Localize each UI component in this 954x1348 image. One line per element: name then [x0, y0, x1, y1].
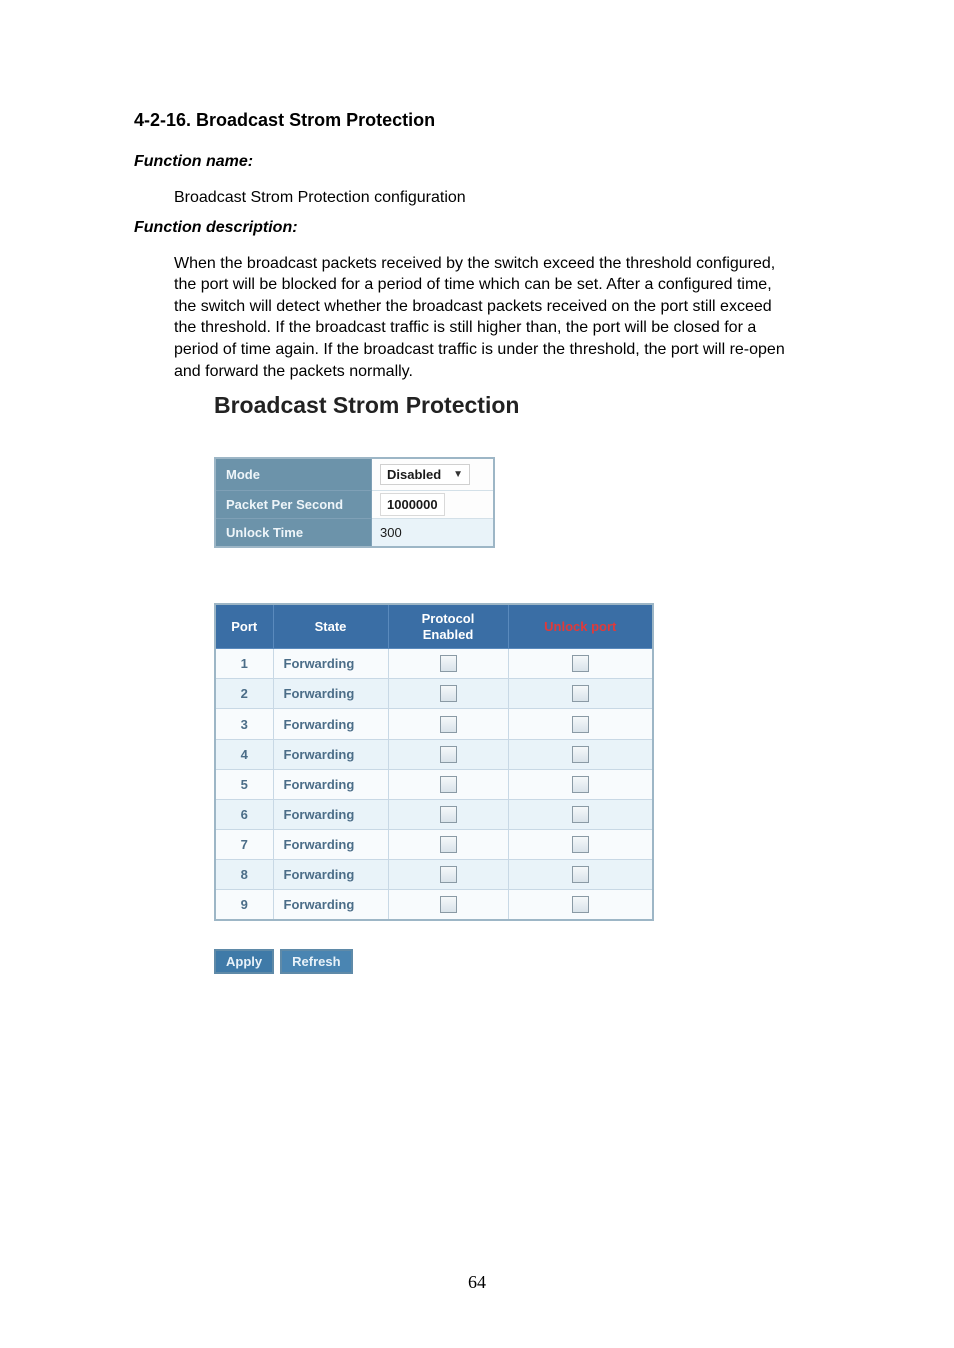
unlock-time-label: Unlock Time — [215, 519, 372, 548]
mode-select[interactable]: Disabled ▼ — [380, 464, 470, 485]
chevron-down-icon: ▼ — [453, 469, 463, 480]
port-cell: 8 — [215, 859, 273, 889]
mode-value: Disabled — [387, 467, 441, 482]
port-cell: 9 — [215, 889, 273, 920]
unlock-port-cell — [508, 859, 653, 889]
port-cell: 1 — [215, 649, 273, 679]
state-cell: Forwarding — [273, 679, 388, 709]
port-cell: 6 — [215, 799, 273, 829]
port-cell: 2 — [215, 679, 273, 709]
port-cell: 3 — [215, 709, 273, 739]
protocol-enabled-cell — [388, 829, 508, 859]
function-description-value: When the broadcast packets received by t… — [174, 253, 794, 383]
refresh-button[interactable]: Refresh — [280, 949, 352, 974]
state-cell: Forwarding — [273, 739, 388, 769]
col-port: Port — [215, 604, 273, 649]
protocol-enabled-checkbox[interactable] — [440, 896, 457, 913]
state-cell: Forwarding — [273, 829, 388, 859]
protocol-enabled-cell — [388, 649, 508, 679]
unlock-port-cell — [508, 799, 653, 829]
mode-label: Mode — [215, 458, 372, 491]
unlock-port-cell — [508, 679, 653, 709]
apply-button[interactable]: Apply — [214, 949, 274, 974]
unlock-port-checkbox[interactable] — [572, 896, 589, 913]
table-row: 5Forwarding — [215, 769, 653, 799]
unlock-port-cell — [508, 889, 653, 920]
table-row: 1Forwarding — [215, 649, 653, 679]
state-cell: Forwarding — [273, 859, 388, 889]
unlock-time-cell: 300 — [372, 519, 495, 548]
function-name-value: Broadcast Strom Protection configuration — [174, 187, 826, 209]
state-cell: Forwarding — [273, 649, 388, 679]
unlock-port-checkbox[interactable] — [572, 685, 589, 702]
section-heading: 4-2-16. Broadcast Strom Protection — [134, 110, 826, 131]
unlock-port-cell — [508, 649, 653, 679]
protocol-enabled-cell — [388, 889, 508, 920]
unlock-time-value: 300 — [380, 525, 402, 540]
unlock-port-checkbox[interactable] — [572, 806, 589, 823]
function-name-label: Function name: — [134, 153, 826, 171]
unlock-port-checkbox[interactable] — [572, 655, 589, 672]
unlock-port-cell — [508, 769, 653, 799]
protocol-enabled-checkbox[interactable] — [440, 836, 457, 853]
port-cell: 5 — [215, 769, 273, 799]
col-state: State — [273, 604, 388, 649]
protocol-enabled-cell — [388, 769, 508, 799]
pps-input[interactable]: 1000000 — [380, 493, 445, 516]
panel-title: Broadcast Strom Protection — [214, 392, 826, 419]
state-cell: Forwarding — [273, 769, 388, 799]
col-unlock-port: Unlock port — [508, 604, 653, 649]
protocol-enabled-cell — [388, 799, 508, 829]
button-row: Apply Refresh — [214, 949, 826, 974]
protocol-enabled-cell — [388, 859, 508, 889]
protocol-enabled-cell — [388, 739, 508, 769]
port-cell: 4 — [215, 739, 273, 769]
unlock-port-checkbox[interactable] — [572, 836, 589, 853]
protocol-enabled-checkbox[interactable] — [440, 776, 457, 793]
col-protocol-enabled: ProtocolEnabled — [388, 604, 508, 649]
table-row: 6Forwarding — [215, 799, 653, 829]
protocol-enabled-checkbox[interactable] — [440, 806, 457, 823]
protocol-enabled-checkbox[interactable] — [440, 866, 457, 883]
state-cell: Forwarding — [273, 799, 388, 829]
table-row: 3Forwarding — [215, 709, 653, 739]
protocol-enabled-checkbox[interactable] — [440, 746, 457, 763]
protocol-enabled-cell — [388, 679, 508, 709]
unlock-port-checkbox[interactable] — [572, 716, 589, 733]
table-row: 8Forwarding — [215, 859, 653, 889]
pps-cell: 1000000 — [372, 491, 495, 519]
mode-cell: Disabled ▼ — [372, 458, 495, 491]
unlock-port-cell — [508, 709, 653, 739]
table-row: 2Forwarding — [215, 679, 653, 709]
protocol-enabled-checkbox[interactable] — [440, 685, 457, 702]
port-table: Port State ProtocolEnabled Unlock port 1… — [214, 603, 654, 921]
unlock-port-checkbox[interactable] — [572, 746, 589, 763]
function-description-label: Function description: — [134, 219, 826, 237]
state-cell: Forwarding — [273, 889, 388, 920]
page-number: 64 — [0, 1272, 954, 1293]
table-row: 9Forwarding — [215, 889, 653, 920]
pps-label: Packet Per Second — [215, 491, 372, 519]
settings-table: Mode Disabled ▼ Packet Per Second 100000… — [214, 457, 495, 548]
unlock-port-cell — [508, 739, 653, 769]
protocol-enabled-checkbox[interactable] — [440, 716, 457, 733]
unlock-port-cell — [508, 829, 653, 859]
table-row: 7Forwarding — [215, 829, 653, 859]
unlock-port-checkbox[interactable] — [572, 866, 589, 883]
unlock-port-checkbox[interactable] — [572, 776, 589, 793]
protocol-enabled-cell — [388, 709, 508, 739]
table-row: 4Forwarding — [215, 739, 653, 769]
protocol-enabled-checkbox[interactable] — [440, 655, 457, 672]
state-cell: Forwarding — [273, 709, 388, 739]
port-cell: 7 — [215, 829, 273, 859]
